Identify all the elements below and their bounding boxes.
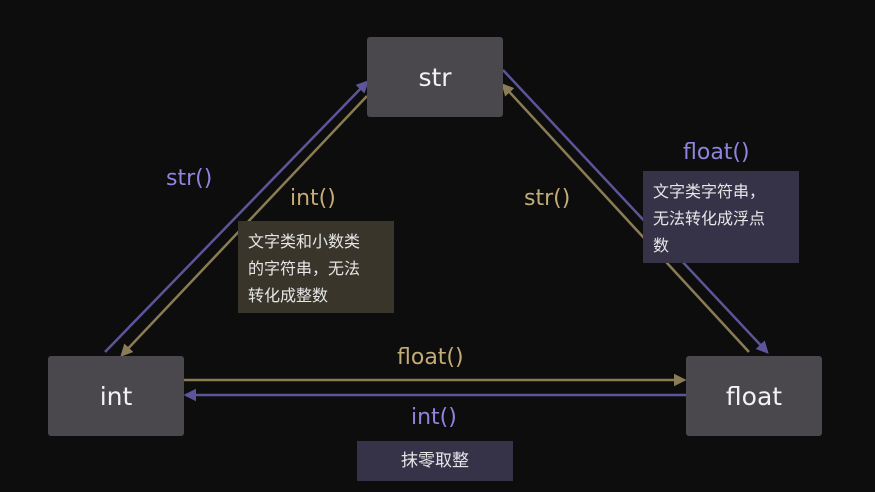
note-truncate-text: 抹零取整 — [401, 450, 469, 471]
label-str-func-left: str() — [166, 166, 213, 191]
note-truncate: 抹零取整 — [357, 441, 513, 481]
note-int-line-2: 的字符串，无法 — [248, 259, 361, 278]
label-float-func-right: float() — [683, 140, 750, 165]
str-node: str — [367, 37, 503, 117]
note-int-line-3: 转化成整数 — [248, 286, 329, 305]
note-float-conversion: 文字类字符串， 无法转化成浮点 数 — [643, 171, 799, 263]
note-float-line-1: 文字类字符串， — [653, 182, 766, 201]
conversion-diagram: str int float str() int() str() float() … — [0, 0, 875, 492]
note-float-line-2: 无法转化成浮点 — [653, 209, 766, 228]
int-node: int — [48, 356, 184, 436]
label-float-func-bottom: float() — [397, 345, 464, 370]
note-float-line-3: 数 — [653, 236, 670, 255]
label-str-func-right: str() — [524, 186, 571, 211]
label-int-func-left: int() — [290, 186, 336, 211]
str-node-label: str — [418, 62, 452, 92]
note-int-line-1: 文字类和小数类 — [248, 232, 361, 251]
float-node-label: float — [725, 381, 783, 411]
note-int-conversion: 文字类和小数类 的字符串，无法 转化成整数 — [238, 221, 394, 313]
int-node-label: int — [99, 381, 133, 411]
float-node: float — [686, 356, 822, 436]
label-int-func-bottom: int() — [411, 405, 457, 430]
